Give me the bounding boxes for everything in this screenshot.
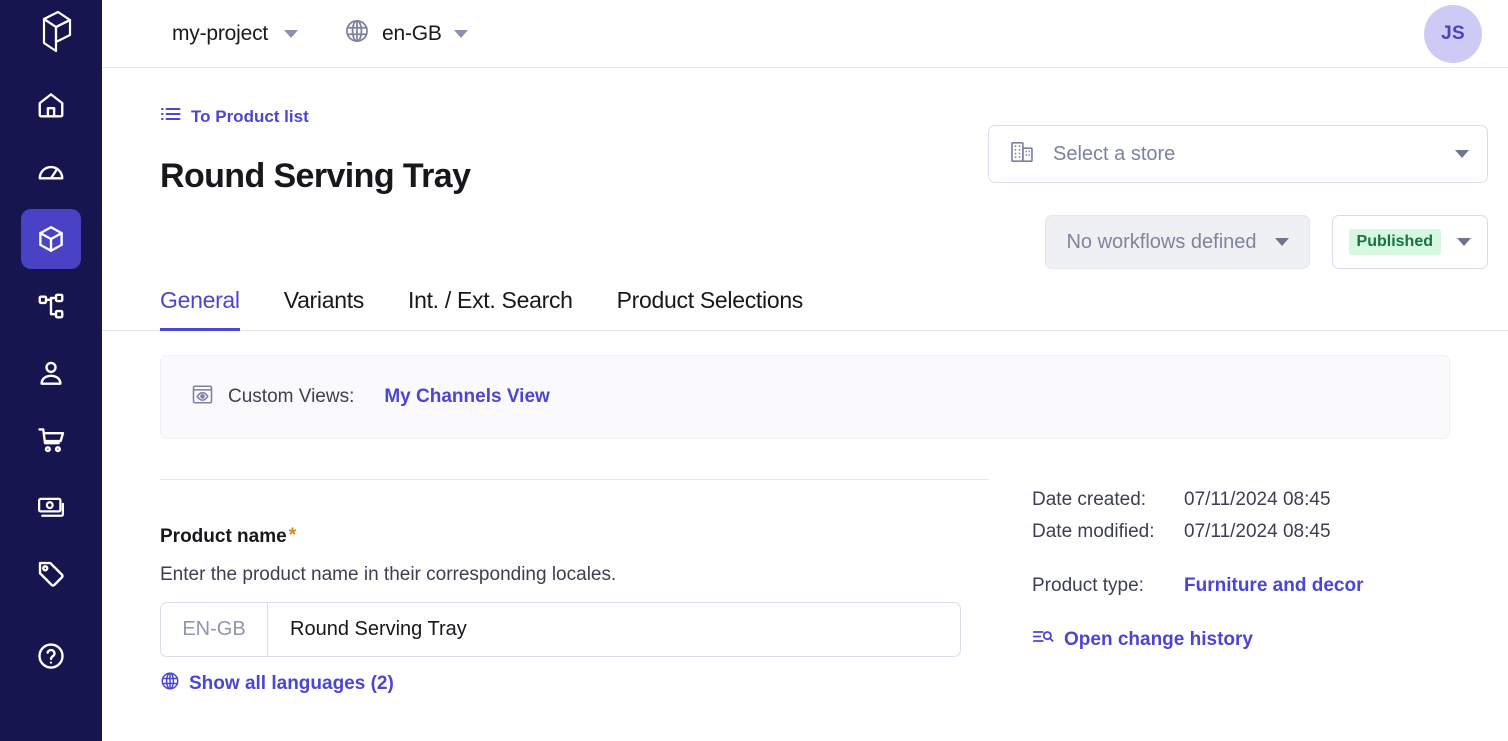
meta-table: Date created: 07/11/2024 08:45 Date modi…: [1032, 489, 1508, 543]
header-section: To Product list Round Serving Tray Selec…: [102, 104, 1508, 269]
sidebar-item-products[interactable]: [21, 209, 81, 269]
tab-variants[interactable]: Variants: [284, 287, 365, 331]
globe-icon: [344, 18, 370, 49]
open-change-history-link[interactable]: Open change history: [1032, 627, 1253, 653]
change-history-icon: [1032, 627, 1054, 653]
home-icon: [36, 90, 66, 120]
product-type-row: Product type: Furniture and decor: [1032, 575, 1508, 597]
money-icon: [36, 492, 66, 522]
required-marker: *: [288, 525, 297, 546]
product-name-label-text: Product name: [160, 526, 287, 547]
chevron-down-icon: [1455, 150, 1469, 158]
sidebar-item-customers[interactable]: [21, 343, 81, 403]
product-type-label: Product type:: [1032, 575, 1144, 596]
chevron-down-icon: [284, 29, 299, 38]
locale-selector[interactable]: en-GB: [344, 18, 468, 49]
date-created-value: 07/11/2024 08:45: [1184, 489, 1331, 510]
product-type-link[interactable]: Furniture and decor: [1184, 575, 1363, 597]
cart-icon: [36, 425, 66, 455]
dashboard-icon: [36, 157, 66, 187]
hierarchy-icon: [36, 291, 66, 321]
sidebar-item-home[interactable]: [21, 75, 81, 135]
sidebar-item-categories[interactable]: [21, 276, 81, 336]
tab-bar: General Variants Int. / Ext. Search Prod…: [102, 287, 1508, 331]
list-icon: [160, 104, 182, 129]
custom-views-link[interactable]: My Channels View: [384, 386, 549, 408]
breadcrumb[interactable]: To Product list: [160, 104, 309, 129]
sidebar-item-dashboard[interactable]: [21, 142, 81, 202]
product-name-field-block: Product name * Enter the product name in…: [160, 526, 1032, 697]
content-area: To Product list Round Serving Tray Selec…: [102, 68, 1508, 741]
user-icon: [36, 358, 66, 388]
tab-general[interactable]: General: [160, 287, 240, 331]
globe-icon: [160, 671, 180, 697]
sidebar: [0, 0, 102, 741]
tag-icon: [36, 559, 66, 589]
page-title: Round Serving Tray: [160, 157, 471, 195]
custom-views-bar: Custom Views: My Channels View: [160, 355, 1450, 439]
open-change-history-label: Open change history: [1064, 629, 1253, 650]
product-name-help: Enter the product name in their correspo…: [160, 564, 617, 585]
avatar[interactable]: JS: [1424, 4, 1482, 63]
show-all-languages-label: Show all languages (2): [189, 673, 394, 694]
date-modified-label: Date modified:: [1032, 521, 1155, 542]
eye-view-icon: [191, 383, 214, 411]
sidebar-item-discounts[interactable]: [21, 544, 81, 604]
publish-status-selector[interactable]: Published: [1331, 215, 1488, 269]
form-column: Product name * Enter the product name in…: [102, 479, 1032, 697]
meta-row: Date created: 07/11/2024 08:45: [1032, 489, 1508, 511]
locale-tag: EN-GB: [161, 603, 268, 656]
cube-logo-icon: [30, 9, 72, 60]
project-selector[interactable]: my-project: [172, 21, 299, 46]
date-modified-value: 07/11/2024 08:45: [1184, 521, 1331, 542]
help-icon: [36, 641, 66, 671]
sidebar-item-orders[interactable]: [21, 410, 81, 470]
workflow-selector[interactable]: No workflows defined: [1045, 215, 1310, 269]
custom-views-label: Custom Views:: [228, 386, 355, 407]
locale-name: en-GB: [382, 21, 442, 45]
chevron-down-icon: [1274, 238, 1289, 246]
store-select[interactable]: Select a store: [988, 125, 1488, 183]
product-name-input-row: EN-GB Round Serving Tray: [160, 602, 961, 657]
title-row: Round Serving Tray Select a store No wor…: [160, 125, 1488, 269]
sidebar-item-payments[interactable]: [21, 477, 81, 537]
app-root: my-project en-GB JS To Product list Roun…: [0, 0, 1508, 741]
header-controls: Select a store No workflows defined Publ…: [988, 125, 1488, 269]
project-name: my-project: [172, 21, 269, 45]
store-building-icon: [1009, 139, 1035, 170]
sidebar-item-help[interactable]: [21, 626, 81, 686]
status-row: No workflows defined Published: [988, 215, 1488, 269]
main-area: my-project en-GB JS To Product list Roun…: [102, 0, 1508, 741]
top-bar: my-project en-GB JS: [102, 0, 1508, 68]
meta-row: Date modified: 07/11/2024 08:45: [1032, 521, 1508, 543]
sidebar-nav: [0, 68, 102, 686]
product-name-input[interactable]: Round Serving Tray: [268, 603, 960, 656]
workflow-label: No workflows defined: [1066, 230, 1257, 253]
breadcrumb-label: To Product list: [191, 106, 309, 126]
meta-column: Date created: 07/11/2024 08:45 Date modi…: [1032, 479, 1508, 697]
chevron-down-icon: [1457, 238, 1471, 246]
store-select-placeholder: Select a store: [1053, 142, 1176, 165]
chevron-down-icon: [453, 29, 468, 38]
box-icon: [36, 224, 66, 254]
show-all-languages-link[interactable]: Show all languages (2): [160, 671, 394, 697]
date-created-label: Date created:: [1032, 489, 1147, 510]
tab-product-selections[interactable]: Product Selections: [617, 287, 804, 331]
body-columns: Product name * Enter the product name in…: [102, 479, 1508, 697]
app-logo[interactable]: [0, 0, 102, 68]
tab-int-ext-search[interactable]: Int. / Ext. Search: [408, 287, 573, 331]
status-badge: Published: [1348, 229, 1441, 255]
avatar-initials: JS: [1441, 22, 1465, 44]
product-name-label: Product name *: [160, 526, 1032, 548]
section-divider: [160, 479, 989, 480]
